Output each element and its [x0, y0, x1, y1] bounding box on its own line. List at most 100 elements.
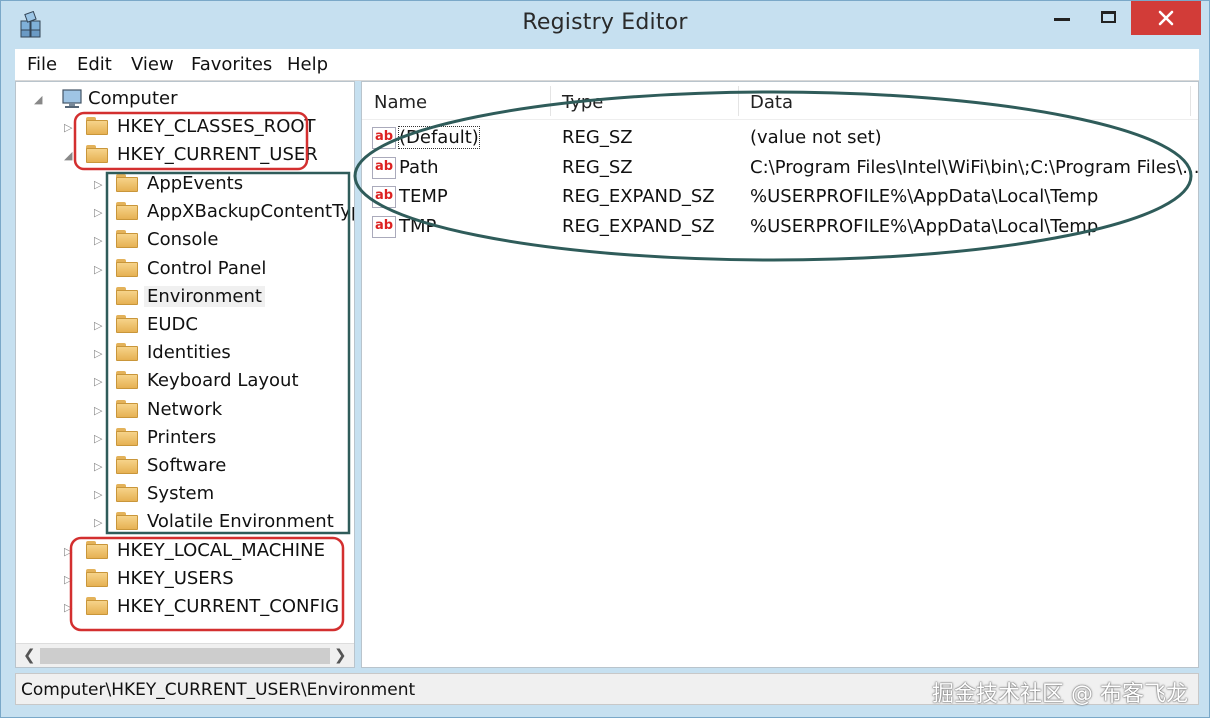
tree-item-hive[interactable]: ▷ HKEY_LOCAL_MACHINE — [16, 537, 346, 565]
value-type: REG_SZ — [562, 127, 633, 148]
column-separator[interactable] — [1190, 86, 1191, 116]
scroll-right-icon[interactable]: ❯ — [334, 646, 347, 664]
expand-arrow-icon[interactable]: ▷ — [94, 234, 102, 247]
value-name: TMP — [399, 215, 437, 237]
value-row[interactable]: ab (Default) REG_SZ (value not set) — [362, 123, 1198, 153]
tree-label: AppXBackupContentTyp — [147, 201, 355, 223]
string-value-icon: ab — [372, 186, 396, 208]
tree-label: Keyboard Layout — [147, 370, 299, 392]
tree-label: HKEY_CURRENT_CONFIG — [117, 596, 340, 617]
tree-label: Network — [147, 398, 223, 420]
tree-label: System — [147, 483, 215, 505]
menu-file[interactable]: File — [27, 54, 57, 75]
expand-arrow-icon[interactable]: ▷ — [94, 319, 102, 332]
value-data: %USERPROFILE%\AppData\Local\Temp — [750, 186, 1099, 207]
folder-icon — [116, 202, 138, 221]
tree-item-subkey[interactable]: ▷ AppEvents — [16, 170, 354, 198]
folder-icon — [116, 399, 138, 418]
tree-item-subkey[interactable]: ▷ Console — [16, 226, 354, 254]
title-bar[interactable]: Registry Editor — [1, 1, 1209, 49]
tree-label: Software — [147, 455, 227, 476]
tree-label-computer: Computer — [88, 88, 178, 109]
tree-item-hive[interactable]: ▷ HKEY_USERS — [16, 565, 346, 593]
expand-arrow-icon[interactable]: ▷ — [94, 347, 102, 360]
string-value-icon: ab — [372, 215, 396, 238]
expand-arrow-icon[interactable]: ▷ — [94, 432, 102, 445]
tree-item-hive[interactable]: ▷ HKEY_CLASSES_ROOT — [16, 113, 346, 141]
tree-item-subkey[interactable]: ▷ Network — [16, 396, 354, 424]
maximize-icon — [1101, 11, 1116, 23]
expand-arrow-icon[interactable]: ▷ — [94, 178, 102, 191]
value-row[interactable]: ab TMP REG_EXPAND_SZ %USERPROFILE%\AppData\… — [362, 212, 1198, 242]
folder-icon — [116, 230, 138, 249]
scroll-left-icon[interactable]: ❮ — [23, 646, 36, 664]
expand-arrow-icon[interactable]: ▷ — [94, 460, 102, 473]
expand-arrow-icon[interactable]: ▷ — [94, 263, 102, 276]
expand-arrow-icon[interactable]: ▷ — [64, 601, 72, 614]
folder-icon — [116, 512, 138, 531]
registry-key-tree[interactable]: ◢ Computer ▷ HKEY_CLASSES_ROOT ◢ HKEY_CURRE… — [15, 81, 355, 668]
tree-label: Identities — [147, 342, 231, 364]
tree-label: EUDC — [147, 314, 198, 335]
column-name[interactable]: Name — [374, 92, 427, 113]
minimize-button[interactable] — [1039, 1, 1085, 35]
registry-values-list[interactable]: Name Type Data ab (Default) REG_SZ (value n… — [361, 81, 1199, 668]
value-row[interactable]: ab Path REG_SZ C:\Program Files\Intel\WiFi\… — [362, 153, 1198, 183]
registry-editor-window: Registry Editor File Edit View Favorites… — [0, 0, 1210, 718]
list-column-header: Name Type Data — [362, 82, 1198, 120]
string-value-icon: ab — [372, 156, 396, 179]
tree-item-hive[interactable]: ◢ HKEY_CURRENT_USER — [16, 141, 346, 169]
value-name: Path — [399, 156, 439, 178]
collapse-arrow-icon[interactable]: ◢ — [34, 93, 42, 106]
expand-arrow-icon[interactable]: ▷ — [94, 375, 102, 388]
scrollbar-thumb[interactable] — [40, 648, 330, 664]
tree-label: Volatile Environment — [147, 511, 334, 533]
column-separator[interactable] — [550, 86, 551, 116]
value-data: (value not set) — [750, 127, 882, 148]
tree-item-subkey[interactable]: ▷ Keyboard Layout — [16, 367, 354, 395]
expand-arrow-icon[interactable]: ▷ — [64, 545, 72, 558]
tree-item-subkey[interactable]: ▷ Control Panel — [16, 255, 354, 283]
maximize-button[interactable] — [1085, 1, 1131, 35]
menu-edit[interactable]: Edit — [77, 54, 112, 75]
tree-item-subkey[interactable]: Environment — [16, 283, 354, 311]
tree-item-subkey[interactable]: ▷ EUDC — [16, 311, 354, 339]
tree-item-subkey[interactable]: ▷ System — [16, 480, 354, 508]
column-separator[interactable] — [738, 86, 739, 116]
tree-item-subkey[interactable]: ▷ Printers — [16, 424, 354, 452]
computer-icon — [62, 89, 82, 108]
expand-arrow-icon[interactable]: ▷ — [94, 206, 102, 219]
watermark: 掘金技术社区 @ 布客飞龙 — [932, 682, 1188, 707]
collapse-arrow-icon[interactable]: ◢ — [64, 149, 72, 162]
tree-label: HKEY_LOCAL_MACHINE — [117, 540, 325, 561]
folder-icon — [116, 484, 138, 503]
menu-view[interactable]: View — [131, 54, 174, 75]
menu-bar: File Edit View Favorites Help — [15, 49, 1199, 81]
column-type[interactable]: Type — [562, 92, 603, 113]
tree-item-subkey[interactable]: ▷ Software — [16, 452, 354, 480]
value-data: C:\Program Files\Intel\WiFi\bin\;C:\Prog… — [750, 156, 1199, 178]
tree-item-subkey[interactable]: ▷ Identities — [16, 339, 354, 367]
folder-icon — [116, 315, 138, 333]
tree-item-subkey[interactable]: ▷ AppXBackupContentTyp — [16, 198, 355, 226]
menu-favorites[interactable]: Favorites — [191, 54, 272, 75]
minimize-icon — [1054, 18, 1070, 21]
tree-horizontal-scrollbar[interactable]: ❮ ❯ — [16, 643, 354, 667]
folder-icon — [116, 456, 138, 474]
expand-arrow-icon[interactable]: ▷ — [64, 573, 72, 586]
expand-arrow-icon[interactable]: ▷ — [94, 488, 102, 501]
tree-item-hive[interactable]: ▷ HKEY_CURRENT_CONFIG — [16, 593, 346, 621]
close-button[interactable] — [1131, 1, 1201, 35]
folder-icon — [116, 371, 138, 390]
close-icon — [1158, 10, 1174, 26]
expand-arrow-icon[interactable]: ▷ — [64, 121, 72, 134]
column-data[interactable]: Data — [750, 92, 793, 113]
value-row[interactable]: ab TEMP REG_EXPAND_SZ %USERPROFILE%\AppData… — [362, 182, 1198, 212]
tree-item-computer[interactable]: ◢ Computer — [16, 85, 346, 113]
string-value-icon: ab — [372, 127, 396, 149]
expand-arrow-icon[interactable]: ▷ — [94, 404, 102, 417]
expand-arrow-icon[interactable]: ▷ — [94, 516, 102, 529]
tree-item-subkey[interactable]: ▷ Volatile Environment — [16, 508, 354, 536]
menu-help[interactable]: Help — [287, 54, 328, 75]
folder-icon — [86, 597, 108, 615]
